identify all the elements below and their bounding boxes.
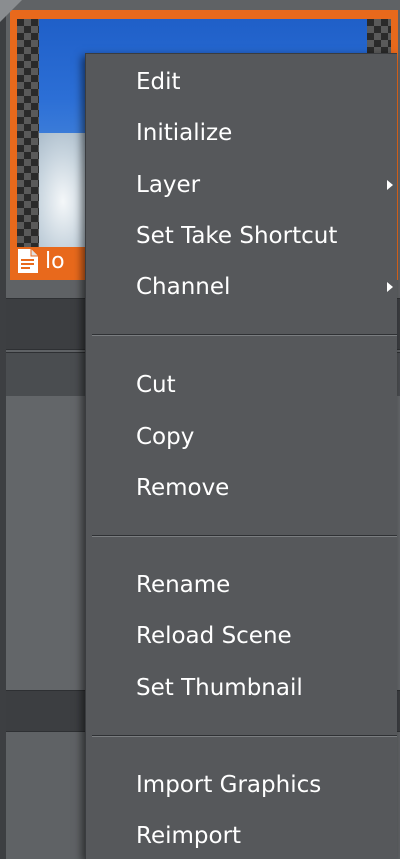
menu-item-label: Reimport — [136, 823, 242, 849]
menu-item-import-graphics[interactable]: Import Graphics — [86, 763, 397, 807]
menu-separator — [92, 735, 397, 737]
menu-item-reload-scene[interactable]: Reload Scene — [86, 614, 397, 658]
submenu-arrow-icon — [387, 180, 393, 190]
menu-item-edit[interactable]: Edit — [86, 60, 397, 104]
menu-item-initialize[interactable]: Initialize — [86, 111, 397, 155]
file-icon — [17, 248, 39, 274]
menu-item-set-take-shortcut[interactable]: Set Take Shortcut — [86, 214, 397, 258]
menu-item-label: Initialize — [136, 120, 233, 146]
menu-item-label: Cut — [136, 372, 176, 398]
menu-item-label: Layer — [136, 172, 201, 198]
menu-item-label: Rename — [136, 572, 231, 598]
transparency-checker — [17, 19, 39, 247]
thumbnail-label: lo — [45, 248, 65, 274]
menu-item-reimport[interactable]: Reimport — [86, 814, 397, 858]
corner-fold-icon — [0, 0, 22, 22]
menu-item-remove[interactable]: Remove — [86, 466, 397, 510]
menu-item-layer[interactable]: Layer — [86, 163, 397, 207]
menu-item-label: Remove — [136, 475, 230, 501]
app-window: lo Edit Initialize Layer Set Take Shortc… — [0, 0, 400, 859]
menu-separator — [92, 334, 397, 336]
menu-item-label: Set Take Shortcut — [136, 223, 338, 249]
menu-item-label: Edit — [136, 69, 181, 95]
menu-item-label: Copy — [136, 424, 195, 450]
menu-item-copy[interactable]: Copy — [86, 415, 397, 459]
menu-item-label: Reload Scene — [136, 623, 292, 649]
menu-item-label: Channel — [136, 274, 231, 300]
menu-item-label: Import Graphics — [136, 772, 322, 798]
menu-item-rename[interactable]: Rename — [86, 563, 397, 607]
submenu-arrow-icon — [387, 282, 393, 292]
menu-separator — [92, 535, 397, 537]
context-menu: Edit Initialize Layer Set Take Shortcut … — [85, 53, 397, 859]
menu-item-channel[interactable]: Channel — [86, 265, 397, 309]
menu-item-set-thumbnail[interactable]: Set Thumbnail — [86, 666, 397, 710]
menu-item-cut[interactable]: Cut — [86, 363, 397, 407]
menu-item-label: Set Thumbnail — [136, 675, 303, 701]
